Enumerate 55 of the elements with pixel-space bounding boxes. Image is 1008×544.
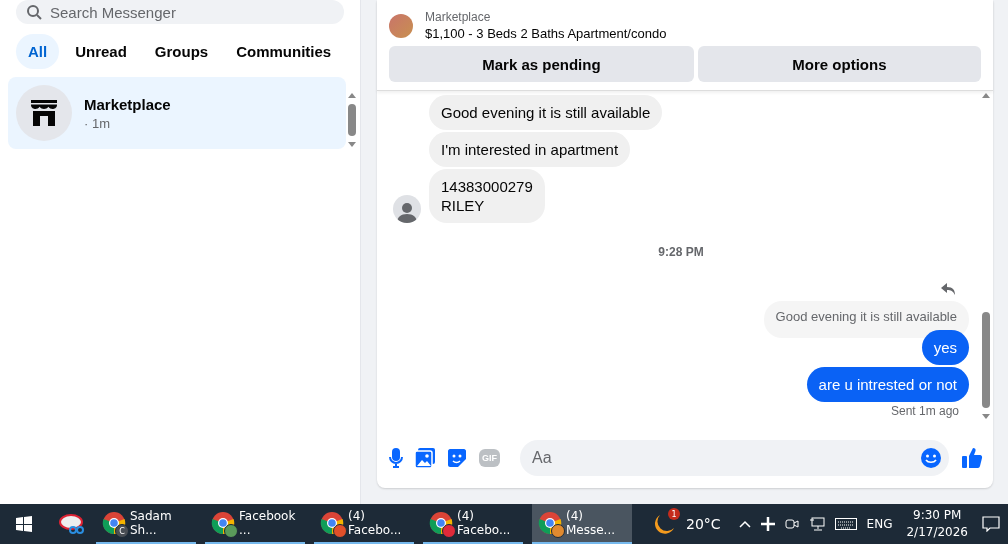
microphone-icon[interactable]: [389, 448, 403, 468]
app-label: (4) Messe...: [566, 509, 617, 537]
notification-badge: 1: [668, 508, 680, 520]
app-label: (4) Facebo...: [348, 509, 403, 537]
action-button[interactable]: More options: [697, 46, 981, 82]
listing-title: $1,100 - 3 Beds 2 Baths Apartment/condo: [425, 26, 667, 41]
network-icon[interactable]: [808, 517, 825, 531]
message-bubble: are u intrested or not: [806, 367, 969, 402]
camera-icon[interactable]: [784, 517, 799, 531]
filter-tab[interactable]: Communities: [224, 34, 344, 69]
taskbar-app[interactable]: (4) Facebo...: [314, 504, 414, 544]
sticker-icon[interactable]: [447, 448, 467, 468]
storefront-icon: [28, 97, 60, 129]
message-bubble: yes: [921, 330, 969, 365]
chevron-up-icon[interactable]: [738, 520, 751, 528]
message-input[interactable]: Aa: [520, 440, 949, 476]
quoted-message: Good evening it is still available: [763, 301, 969, 338]
emoji-icon[interactable]: [920, 447, 942, 469]
sent-status: Sent 1m ago: [889, 404, 960, 418]
reply-icon: [941, 283, 955, 295]
timestamp: 9:28 PM: [657, 244, 705, 261]
plus-icon[interactable]: [760, 517, 775, 531]
scrollbar[interactable]: [346, 93, 358, 147]
message-bubble: Good evening it is still available: [429, 95, 663, 130]
keyboard-icon[interactable]: [834, 518, 857, 530]
search-field[interactable]: Search Messenger: [16, 0, 344, 24]
windows-icon: [16, 516, 32, 532]
message-bubble: I'm interested in apartment: [429, 132, 631, 167]
thumbs-up-icon[interactable]: [961, 447, 983, 469]
message-bubble: 14383000279 RILEY: [429, 169, 545, 223]
taskbar-app[interactable]: Facebook ...: [205, 504, 305, 544]
action-button[interactable]: Mark as pending: [389, 46, 694, 82]
listing-photo: [389, 13, 413, 38]
image-icon[interactable]: [415, 448, 435, 468]
taskbar-app[interactable]: (4) Facebo...: [423, 504, 523, 544]
profile-badge: C: [115, 524, 129, 538]
search-icon: [26, 4, 42, 20]
conversation-time: · 1m: [84, 115, 111, 131]
app-label: (4) Facebo...: [457, 509, 512, 537]
moon-icon: [652, 512, 676, 536]
temperature: 20°C: [686, 516, 721, 532]
clock-date[interactable]: 2/17/2026: [906, 524, 968, 541]
app-label: Facebook ...: [239, 509, 297, 537]
notification-icon[interactable]: [982, 516, 1000, 532]
clock-time[interactable]: 9:30 PM: [913, 507, 962, 524]
filter-tab[interactable]: All: [16, 34, 60, 69]
app-label: Sadam Sh...: [130, 509, 173, 537]
taskbar-app[interactable]: C Sadam Sh...: [96, 504, 196, 544]
language-indicator[interactable]: ENG: [866, 517, 893, 531]
listing-source: Marketplace: [425, 10, 492, 24]
filter-tab[interactable]: Unread: [63, 34, 139, 69]
taskbar-app[interactable]: (4) Messe...: [532, 504, 632, 544]
filter-tab[interactable]: Groups: [142, 34, 221, 69]
conversation-item[interactable]: Marketplace · 1m: [8, 77, 346, 149]
conversation-name: Marketplace: [84, 95, 171, 113]
